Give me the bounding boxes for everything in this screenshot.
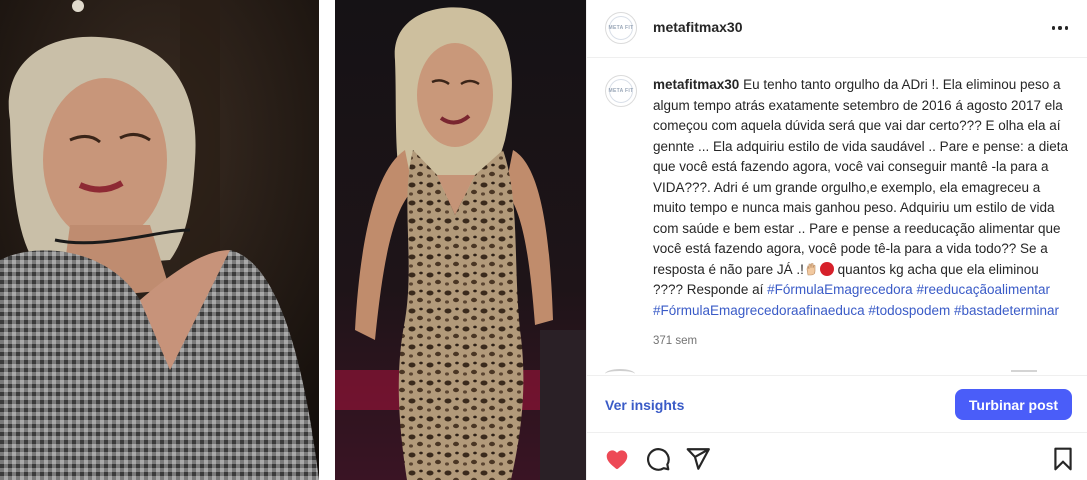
bookmark-icon[interactable] — [1050, 446, 1076, 472]
share-icon[interactable] — [685, 446, 711, 472]
avatar-logo: META FIT — [608, 88, 634, 94]
heart-icon[interactable] — [604, 446, 630, 472]
next-comment-edge — [1011, 370, 1037, 374]
caption-username[interactable]: metafitmax30 — [653, 77, 739, 92]
post-panel: META FIT metafitmax30 META FIT metafitma… — [586, 0, 1087, 480]
caption-section: META FIT metafitmax30 Eu tenho tanto org… — [587, 59, 1087, 374]
hashtag-link[interactable]: #todospodem — [868, 303, 950, 318]
before-photo — [0, 0, 319, 480]
more-dot-icon — [1051, 26, 1056, 30]
hand-emoji-icon — [804, 262, 818, 276]
comment-icon[interactable] — [645, 446, 671, 472]
post-timestamp[interactable]: 371 sem — [653, 335, 697, 347]
after-photo — [335, 0, 586, 480]
view-insights-link[interactable]: Ver insights — [605, 397, 684, 413]
post-media[interactable] — [0, 0, 586, 480]
hashtag-link[interactable]: #bastadeterminar — [954, 303, 1059, 318]
post-header: META FIT metafitmax30 — [587, 0, 1087, 58]
next-comment-avatar — [605, 369, 635, 374]
red-circle-emoji-icon — [819, 261, 834, 276]
hashtag-link[interactable]: #reeducaçãoalimentar — [916, 282, 1050, 297]
avatar[interactable]: META FIT — [605, 12, 637, 44]
hashtag-link[interactable]: #FórmulaEmagrecedora — [767, 282, 913, 297]
avatar-logo: META FIT — [608, 25, 634, 31]
photo-divider — [319, 0, 335, 480]
caption-body: Eu tenho tanto orgulho da ADri !. Ela el… — [653, 77, 1069, 277]
caption-text: metafitmax30 Eu tenho tanto orgulho da A… — [653, 75, 1071, 321]
more-dot-icon — [1058, 26, 1062, 30]
hashtag-link[interactable]: #FórmulaEmagrecedoraafinaeduca — [653, 303, 865, 318]
more-options-button[interactable] — [1047, 16, 1073, 40]
insights-bar: Ver insights Turbinar post — [587, 375, 1087, 433]
caption-avatar[interactable]: META FIT — [605, 75, 637, 107]
header-username[interactable]: metafitmax30 — [653, 19, 743, 35]
more-dot-icon — [1064, 26, 1069, 30]
action-bar — [587, 434, 1087, 480]
boost-post-button[interactable]: Turbinar post — [955, 389, 1072, 420]
